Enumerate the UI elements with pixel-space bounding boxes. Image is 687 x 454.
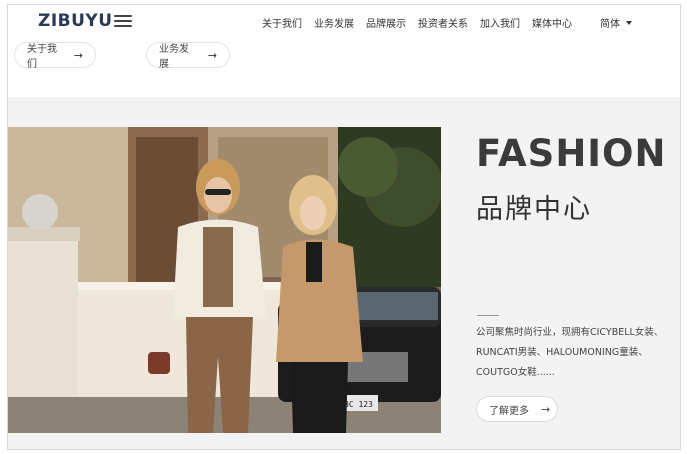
- site-header: ZIBUYU 关于我们 业务发展 品牌展示 投资者关系 加入我们 媒体中心 简体…: [8, 5, 680, 97]
- learn-more-button[interactable]: 了解更多 →: [476, 396, 558, 422]
- business-link-label: 业务发展: [159, 44, 189, 70]
- menu-icon[interactable]: [114, 15, 132, 27]
- caret-down-icon: [626, 20, 632, 25]
- main-nav: 关于我们 业务发展 品牌展示 投资者关系 加入我们 媒体中心: [262, 15, 584, 30]
- language-label: 简体: [600, 19, 620, 30]
- hero-text-panel: FASHION 品牌中心 公司聚焦时尚行业，现拥有CICYBELL女装、RUNC…: [476, 97, 676, 449]
- hero-subtitle: 品牌中心: [476, 194, 592, 225]
- divider: [477, 315, 499, 316]
- hero-title: FASHION: [476, 132, 667, 175]
- nav-brands[interactable]: 品牌展示: [366, 15, 406, 30]
- hero-section: BC 123 FASHION 品牌中心 公司聚焦时尚行业，现拥有CICYBELL…: [8, 97, 680, 449]
- page-frame: ZIBUYU 关于我们 业务发展 品牌展示 投资者关系 加入我们 媒体中心 简体…: [7, 4, 681, 450]
- nav-investors[interactable]: 投资者关系: [418, 15, 468, 30]
- about-us-link-button[interactable]: 关于我们 →: [14, 42, 96, 70]
- hero-description: 公司聚焦时尚行业，现拥有CICYBELL女装、RUNCATI男装、HALOUMO…: [476, 327, 664, 378]
- hero-photo: BC 123: [8, 127, 441, 433]
- business-link-button[interactable]: 业务发展 →: [146, 42, 230, 70]
- logo[interactable]: ZIBUYU: [38, 11, 113, 31]
- about-us-link-label: 关于我们: [27, 44, 57, 70]
- nav-about[interactable]: 关于我们: [262, 15, 302, 30]
- language-select[interactable]: 简体: [600, 15, 632, 30]
- nav-join[interactable]: 加入我们: [480, 15, 520, 30]
- nav-media[interactable]: 媒体中心: [532, 15, 572, 30]
- nav-business[interactable]: 业务发展: [314, 15, 354, 30]
- plate-text: BC 123: [344, 400, 373, 409]
- arrow-right-icon: →: [207, 48, 217, 62]
- learn-more-label: 了解更多: [489, 405, 529, 417]
- arrow-right-icon: →: [541, 402, 551, 416]
- arrow-right-icon: →: [73, 48, 83, 62]
